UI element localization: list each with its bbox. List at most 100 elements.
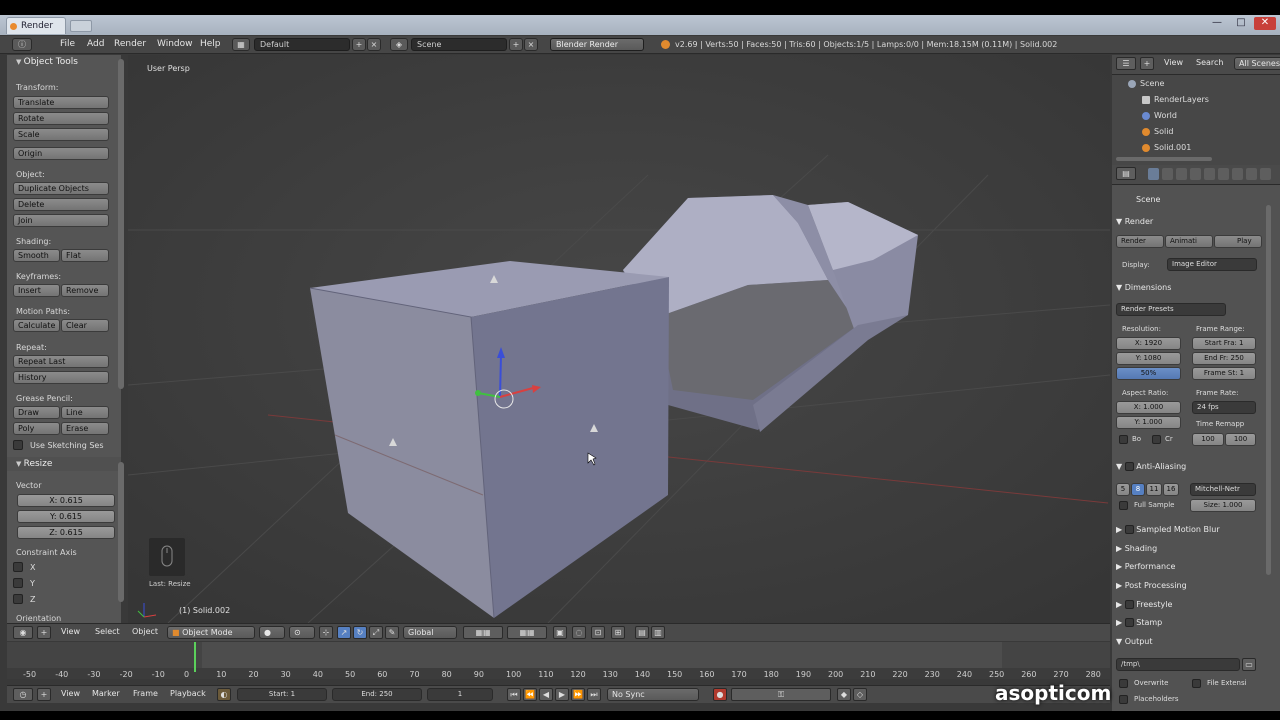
proportional-edit-icon[interactable]: ◌	[572, 626, 586, 639]
scene-icon[interactable]: ◈	[390, 38, 408, 51]
maximize-button[interactable]: □	[1230, 17, 1252, 30]
dimensions-panel-header[interactable]: ▼ Dimensions	[1116, 280, 1276, 296]
physics-tab-icon[interactable]	[1260, 168, 1271, 180]
aa-size-field[interactable]: Size: 1.000	[1190, 499, 1256, 512]
outliner-row-scene[interactable]: Scene	[1112, 76, 1272, 92]
border-checkbox[interactable]	[1119, 435, 1128, 444]
play-reverse-icon[interactable]: ◀	[539, 688, 553, 701]
record-icon[interactable]: ●	[713, 688, 727, 701]
resize-panel-header[interactable]: ▼ Resize	[7, 457, 121, 471]
layout-field[interactable]: Default	[254, 38, 350, 51]
menu-view[interactable]: View	[61, 689, 80, 698]
texture-tab-icon[interactable]	[1246, 168, 1257, 180]
prev-keyframe-icon[interactable]: ⏪	[523, 688, 537, 701]
add-scene-button[interactable]: +	[509, 38, 523, 51]
render-tab-icon[interactable]	[1148, 168, 1159, 180]
editor-type-icon[interactable]: ☰	[1116, 57, 1136, 70]
menu-view[interactable]: View	[61, 627, 80, 636]
render-layers-tab-icon[interactable]	[1162, 168, 1173, 180]
output-path-field[interactable]: /tmp\	[1116, 658, 1240, 671]
operator-panel-scrollbar[interactable]	[118, 462, 124, 602]
menu-render[interactable]: Render	[114, 39, 146, 49]
play-icon[interactable]: ▶	[555, 688, 569, 701]
object-tab-icon[interactable]	[1204, 168, 1215, 180]
file-extensions-checkbox[interactable]	[1192, 679, 1201, 688]
snap-icon[interactable]: ⊡	[591, 626, 605, 639]
3d-viewport[interactable]: User Persp Last: Resize (1) Solid.002	[128, 55, 1110, 623]
modifiers-tab-icon[interactable]	[1218, 168, 1229, 180]
remove-keyframe-button[interactable]: Remove	[61, 284, 109, 297]
layers-grid-icon[interactable]: ▦▦	[463, 626, 503, 639]
screen-layout-icon[interactable]: ▦	[232, 38, 250, 51]
viewport-scene[interactable]	[128, 55, 1110, 623]
editor-type-icon[interactable]: ▤	[1116, 167, 1136, 180]
collapse-menu-icon[interactable]: +	[37, 688, 51, 701]
origin-button[interactable]: Origin	[13, 147, 109, 160]
constraint-y-checkbox[interactable]	[13, 578, 23, 588]
clear-button[interactable]: Clear	[61, 319, 109, 332]
editor-type-icon[interactable]: ◉	[13, 626, 33, 639]
freestyle-checkbox[interactable]	[1124, 600, 1134, 609]
delete-button[interactable]: Delete	[13, 198, 109, 211]
viewport-shading-select[interactable]: ●	[259, 626, 285, 639]
frame-step-field[interactable]: Frame St: 1	[1192, 367, 1256, 380]
menu-search[interactable]: Search	[1196, 58, 1223, 67]
timeline-editor[interactable]: -50 -40 -30 -20 -10 0 10 20 30 40 50 60 70 80 90 100 110…	[7, 642, 1110, 679]
manipulator-toggle-icon[interactable]: ⊹	[319, 626, 333, 639]
insert-keyframe-button[interactable]: Insert	[13, 284, 60, 297]
current-frame-cursor[interactable]	[194, 642, 196, 672]
resolution-y-field[interactable]: Y: 1080	[1116, 352, 1181, 365]
close-button[interactable]: ✕	[1254, 17, 1276, 30]
next-keyframe-icon[interactable]: ⏩	[571, 688, 585, 701]
editor-type-icon[interactable]: ⓘ	[12, 38, 32, 51]
menu-view[interactable]: View	[1164, 58, 1183, 67]
insert-key-icon[interactable]: ◆	[837, 688, 851, 701]
translate-button[interactable]: Translate	[13, 96, 109, 109]
aa-samples-11[interactable]: 11	[1146, 483, 1162, 496]
placeholders-checkbox[interactable]	[1119, 695, 1128, 704]
draw-button[interactable]: Draw	[13, 406, 60, 419]
stamp-checkbox[interactable]	[1124, 618, 1134, 627]
aa-samples-5[interactable]: 5	[1116, 483, 1130, 496]
aa-filter-select[interactable]: Mitchell-Netr	[1190, 483, 1256, 496]
line-button[interactable]: Line	[61, 406, 109, 419]
collapse-menu-icon[interactable]: +	[37, 626, 51, 639]
aspect-y-field[interactable]: Y: 1.000	[1116, 416, 1181, 429]
animation-button[interactable]: Animati	[1165, 235, 1213, 248]
render-engine-select[interactable]: Blender Render	[550, 38, 644, 51]
outliner-row-renderlayers[interactable]: RenderLayers	[1112, 92, 1272, 108]
vector-z-field[interactable]: Z: 0.615	[17, 526, 115, 539]
start-frame-field[interactable]: Start: 1	[237, 688, 327, 701]
outliner-hscrollbar[interactable]	[1116, 157, 1212, 161]
aa-samples-16[interactable]: 16	[1163, 483, 1179, 496]
vector-x-field[interactable]: X: 0.615	[17, 494, 115, 507]
menu-select[interactable]: Select	[95, 627, 120, 636]
layer-lock-icon[interactable]: ▣	[553, 626, 567, 639]
aa-samples-8[interactable]: 8	[1131, 483, 1145, 496]
browser-tab[interactable]: Render	[6, 17, 66, 34]
scale-manipulator-icon[interactable]: ⤢	[369, 626, 383, 639]
end-frame-field[interactable]: End: 250	[332, 688, 422, 701]
anti-aliasing-checkbox[interactable]	[1124, 462, 1134, 471]
resolution-x-field[interactable]: X: 1920	[1116, 337, 1181, 350]
repeat-last-button[interactable]: Repeat Last	[13, 355, 109, 368]
crop-checkbox[interactable]	[1152, 435, 1161, 444]
tool-shelf-scrollbar[interactable]	[118, 59, 124, 389]
current-frame-field[interactable]: 1	[427, 688, 493, 701]
keying-set-field[interactable]: ⚿	[731, 688, 831, 701]
outliner[interactable]: ☰ + View Search All Scenes Scene RenderL…	[1112, 55, 1280, 167]
transform-orientation-select[interactable]: Global	[403, 626, 457, 639]
flat-button[interactable]: Flat	[61, 249, 109, 262]
output-panel-header[interactable]: ▼ Output	[1116, 634, 1276, 650]
editor-type-icon[interactable]: ◷	[13, 688, 33, 701]
performance-panel-header[interactable]: ▶ Performance	[1116, 559, 1276, 575]
full-sample-checkbox[interactable]	[1119, 501, 1128, 510]
constraint-z-checkbox[interactable]	[13, 594, 23, 604]
translate-manipulator-icon[interactable]: ↗	[337, 626, 351, 639]
material-tab-icon[interactable]	[1232, 168, 1243, 180]
remap-old-field[interactable]: 100	[1192, 433, 1224, 446]
remove-layout-button[interactable]: ×	[367, 38, 381, 51]
shading-panel-header[interactable]: ▶ Shading	[1116, 541, 1276, 557]
menu-frame[interactable]: Frame	[133, 689, 158, 698]
folder-icon[interactable]: ▭	[1242, 658, 1256, 671]
